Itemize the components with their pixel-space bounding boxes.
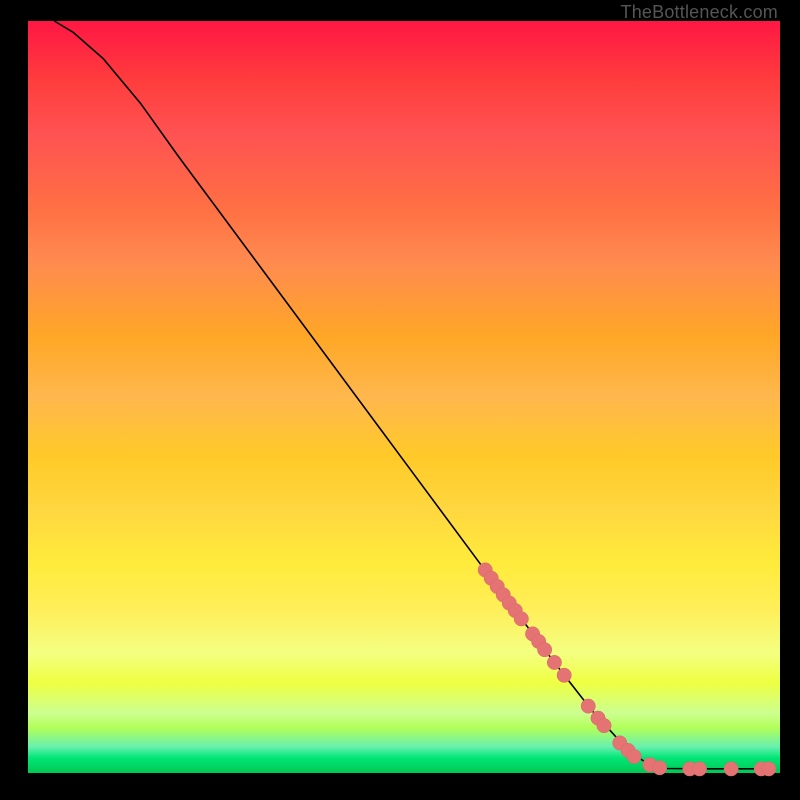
data-marker bbox=[537, 642, 551, 656]
plot-area bbox=[28, 21, 780, 773]
data-markers bbox=[478, 563, 776, 776]
data-marker bbox=[724, 762, 738, 776]
chart-container: TheBottleneck.com bbox=[0, 0, 800, 800]
data-marker bbox=[627, 749, 641, 763]
watermark-text: TheBottleneck.com bbox=[621, 2, 778, 23]
data-marker bbox=[652, 761, 666, 775]
data-marker bbox=[581, 699, 595, 713]
data-marker bbox=[514, 612, 528, 626]
data-marker bbox=[547, 655, 561, 669]
data-marker bbox=[692, 762, 706, 776]
bottleneck-curve bbox=[54, 21, 765, 769]
data-marker bbox=[597, 718, 611, 732]
data-marker bbox=[557, 668, 571, 682]
data-marker bbox=[762, 762, 776, 776]
curve-svg bbox=[28, 21, 780, 773]
